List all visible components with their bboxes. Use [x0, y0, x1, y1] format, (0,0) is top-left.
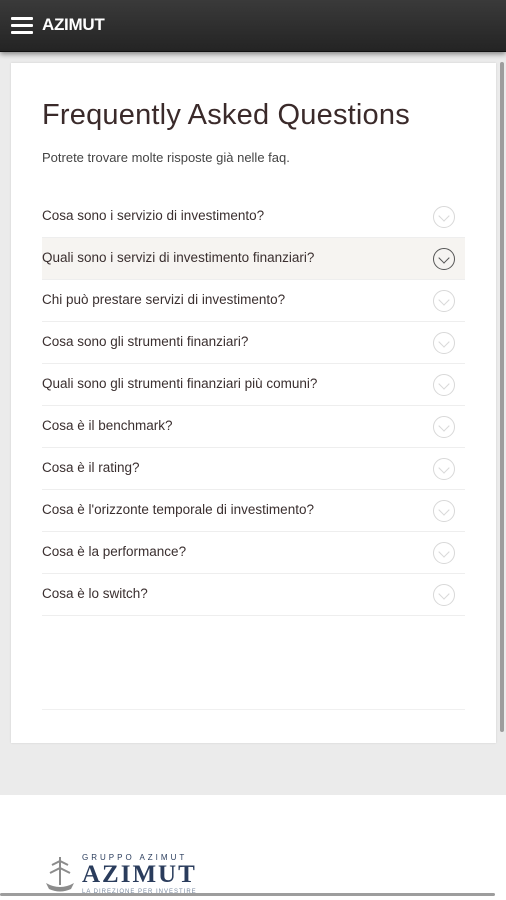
azimut-logo[interactable]: GRUPPO AZIMUT AZIMUT LA DIREZIONE PER IN…: [44, 853, 214, 897]
faq-item[interactable]: Cosa è il benchmark?: [42, 406, 465, 448]
chevron-down-icon[interactable]: [433, 458, 455, 480]
app-header: AZIMUT: [0, 0, 506, 52]
divider: [42, 709, 465, 710]
scrollbar[interactable]: [500, 62, 504, 732]
horizontal-scrollbar[interactable]: [0, 893, 495, 896]
faq-item[interactable]: Quali sono i servizi di investimento fin…: [42, 238, 465, 280]
page-title: Frequently Asked Questions: [42, 99, 410, 131]
logo-name: AZIMUT: [82, 861, 197, 888]
app-title: AZIMUT: [42, 15, 105, 34]
faq-question: Chi può prestare servizi di investimento…: [42, 292, 286, 307]
faq-question: Cosa è il rating?: [42, 460, 140, 475]
chevron-down-icon[interactable]: [433, 542, 455, 564]
chevron-down-icon[interactable]: [433, 416, 455, 438]
chevron-down-icon[interactable]: [433, 500, 455, 522]
faq-question: Cosa è il benchmark?: [42, 418, 173, 433]
faq-item[interactable]: Cosa è l'orizzonte temporale di investim…: [42, 490, 465, 532]
chevron-down-icon[interactable]: [433, 584, 455, 606]
hamburger-menu-icon[interactable]: [11, 17, 33, 34]
chevron-down-icon[interactable]: [433, 206, 455, 228]
faq-card: Frequently Asked Questions Potrete trova…: [11, 63, 496, 743]
faq-item[interactable]: Quali sono gli strumenti finanziari più …: [42, 364, 465, 406]
faq-question: Quali sono gli strumenti finanziari più …: [42, 376, 318, 391]
faq-item[interactable]: Cosa è lo switch?: [42, 574, 465, 616]
chevron-down-icon[interactable]: [433, 332, 455, 354]
faq-question: Quali sono i servizi di investimento fin…: [42, 250, 315, 265]
faq-list: Cosa sono i servizio di investimento? Qu…: [42, 196, 465, 616]
chevron-down-icon[interactable]: [433, 290, 455, 312]
faq-question: Cosa sono i servizio di investimento?: [42, 208, 265, 223]
chevron-down-icon[interactable]: [433, 374, 455, 396]
faq-question: Cosa è la performance?: [42, 544, 187, 559]
faq-question: Cosa è lo switch?: [42, 586, 148, 601]
faq-item[interactable]: Chi può prestare servizi di investimento…: [42, 280, 465, 322]
faq-question: Cosa è l'orizzonte temporale di investim…: [42, 502, 314, 517]
faq-item[interactable]: Cosa sono i servizio di investimento?: [42, 196, 465, 238]
faq-item[interactable]: Cosa sono gli strumenti finanziari?: [42, 322, 465, 364]
page-subtitle: Potrete trovare molte risposte già nelle…: [42, 150, 290, 165]
ship-logo-icon: [46, 857, 74, 892]
faq-item[interactable]: Cosa è la performance?: [42, 532, 465, 574]
faq-question: Cosa sono gli strumenti finanziari?: [42, 334, 249, 349]
footer: GRUPPO AZIMUT AZIMUT LA DIREZIONE PER IN…: [0, 795, 506, 900]
faq-item[interactable]: Cosa è il rating?: [42, 448, 465, 490]
chevron-down-icon[interactable]: [433, 248, 455, 270]
